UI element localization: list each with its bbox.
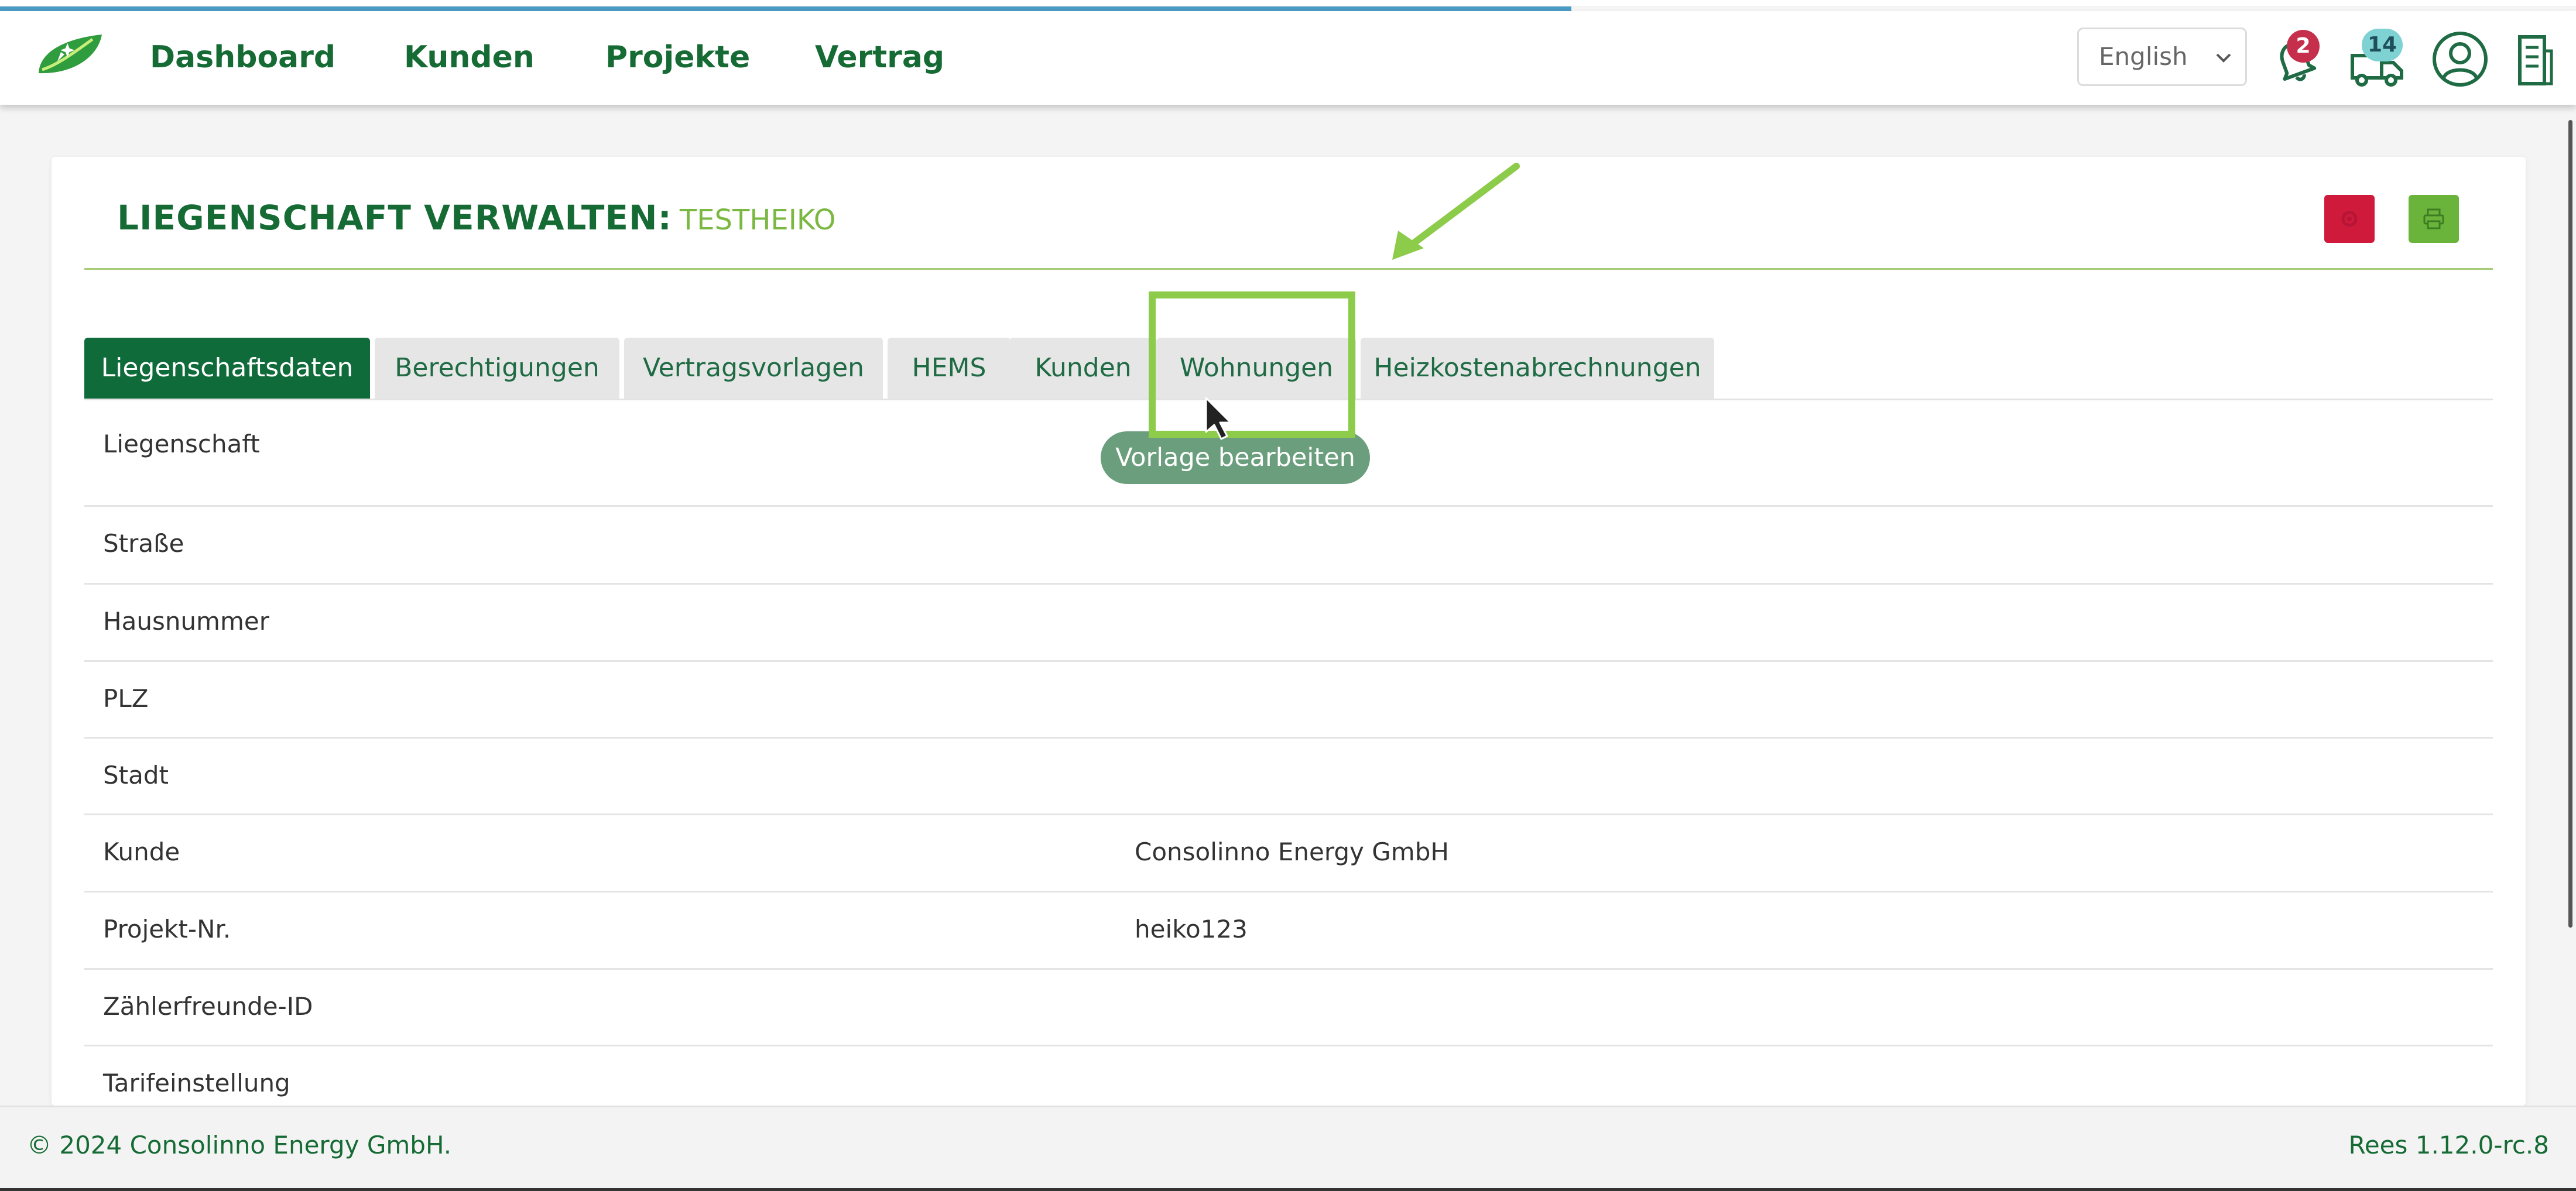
row-label: PLZ <box>103 684 149 713</box>
row-label: Hausnummer <box>103 607 269 636</box>
tab-heizkostenabrechnungen[interactable]: Heizkostenabrechnungen <box>1361 338 1714 399</box>
row-value: heiko123 <box>1135 915 1248 943</box>
page-scrollbar-thumb[interactable] <box>2568 120 2572 928</box>
row-label: Liegenschaft <box>103 430 260 458</box>
row-label: Kunde <box>103 838 180 866</box>
table-row: Hausnummer <box>84 585 2493 662</box>
table-row: Kunde Consolinno Energy GmbH <box>84 815 2493 893</box>
top-navbar: Dashboard Kunden Projekte Vertrag Englis… <box>0 11 2576 105</box>
building-icon[interactable] <box>2515 33 2556 90</box>
loading-progress-bar <box>0 6 1571 11</box>
table-row: Stadt <box>84 739 2493 815</box>
language-select[interactable]: English <box>2077 28 2247 86</box>
language-value: English <box>2099 42 2188 71</box>
progress-track <box>0 0 2576 6</box>
table-row: Projekt-Nr. heiko123 <box>84 893 2493 970</box>
page-scrollbar[interactable] <box>2558 105 2576 1106</box>
footer-copyright: © 2024 Consolinno Energy GmbH. <box>27 1131 452 1159</box>
row-label: Straße <box>103 529 184 558</box>
table-row: Tarifeinstellung <box>84 1046 2493 1106</box>
page-title-main: LIEGENSCHAFT VERWALTEN: <box>117 198 672 238</box>
nav-kunden[interactable]: Kunden <box>404 37 535 78</box>
print-button[interactable] <box>2409 195 2459 243</box>
page-title-property: TESTHEIKO <box>679 204 836 236</box>
notification-count-badge: 2 <box>2287 30 2320 63</box>
gear-icon <box>2341 211 2358 227</box>
arrow-annotation-icon <box>1392 163 1520 260</box>
highlight-box <box>1149 291 1355 438</box>
news-count-badge: 14 <box>2362 29 2403 61</box>
mouse-cursor-icon <box>1205 397 1232 440</box>
row-label: Tarifeinstellung <box>103 1069 290 1097</box>
table-row: PLZ <box>84 662 2493 739</box>
page-footer: © 2024 Consolinno Energy GmbH. Rees 1.12… <box>0 1106 2576 1188</box>
nav-dashboard[interactable]: Dashboard <box>150 37 335 78</box>
table-row: Straße <box>84 507 2493 585</box>
tab-hems[interactable]: HEMS <box>888 338 1010 399</box>
tab-kunden[interactable]: Kunden <box>1009 338 1157 399</box>
tab-liegenschaftsdaten[interactable]: Liegenschaftsdaten <box>84 338 370 399</box>
user-icon[interactable] <box>2432 31 2488 87</box>
row-label: Stadt <box>103 761 169 790</box>
nav-projekte[interactable]: Projekte <box>605 37 750 78</box>
chevron-down-icon <box>2216 53 2231 63</box>
tab-berechtigungen[interactable]: Berechtigungen <box>375 338 619 399</box>
table-row: Zählerfreunde-ID <box>84 970 2493 1046</box>
row-label: Zählerfreunde-ID <box>103 992 313 1021</box>
settings-button[interactable] <box>2324 195 2375 243</box>
tab-vertragsvorlagen[interactable]: Vertragsvorlagen <box>624 338 883 399</box>
leaf-logo-icon[interactable] <box>34 32 104 79</box>
printer-icon <box>2423 208 2444 229</box>
row-label: Projekt-Nr. <box>103 915 231 943</box>
nav-vertrag[interactable]: Vertrag <box>815 37 944 78</box>
title-divider <box>84 268 2493 270</box>
page-title: LIEGENSCHAFT VERWALTEN: TESTHEIKO <box>117 194 836 241</box>
window-bottom-edge <box>0 1188 2576 1191</box>
row-value: Consolinno Energy GmbH <box>1135 838 1449 866</box>
footer-version: Rees 1.12.0-rc.8 <box>2348 1131 2549 1159</box>
